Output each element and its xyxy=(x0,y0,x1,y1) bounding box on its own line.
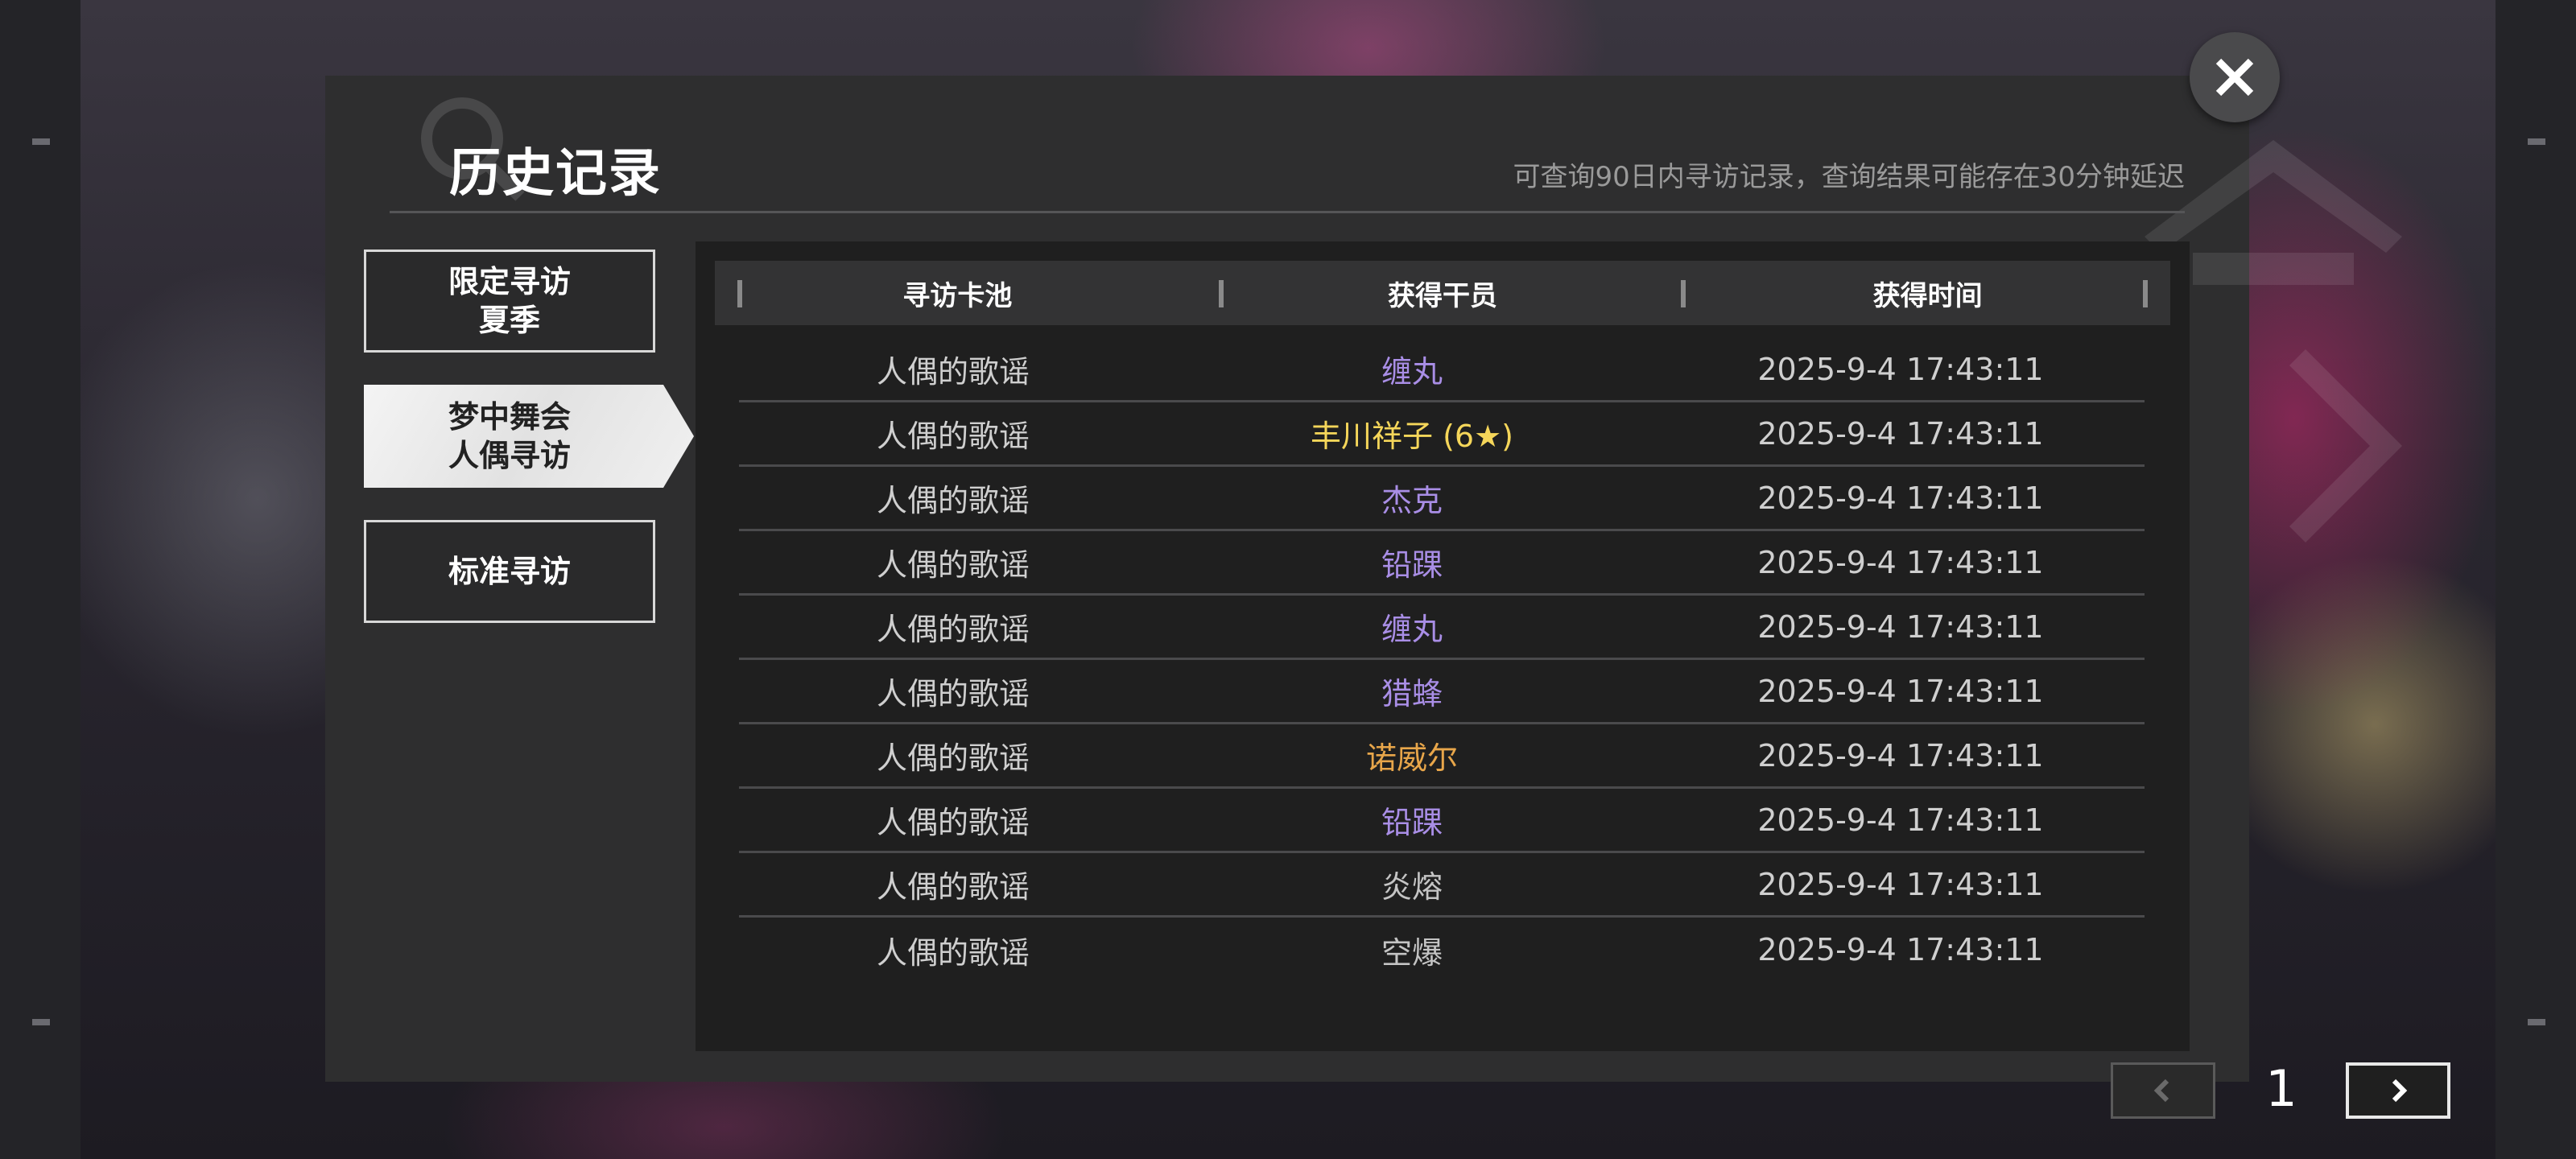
table-body: 人偶的歌谣 缠丸 2025-9-4 17:43:11 人偶的歌谣 丰川祥子 (6★) 20… xyxy=(739,338,2145,982)
cell-time: 2025-9-4 17:43:11 xyxy=(1757,608,2044,645)
tab-limited-summer[interactable]: 限定寻访 夏季 xyxy=(364,250,655,353)
frame-notch xyxy=(32,1019,50,1025)
table-row: 人偶的歌谣 缠丸 2025-9-4 17:43:11 xyxy=(739,338,2145,402)
cell-operator: 缠丸 xyxy=(1381,612,1443,647)
cell-pool: 人偶的歌谣 xyxy=(876,740,1030,776)
tab-label-line1: 梦中舞会 xyxy=(448,399,571,435)
cell-operator: 缠丸 xyxy=(1381,354,1443,390)
cell-pool: 人偶的歌谣 xyxy=(876,419,1030,454)
frame-notch xyxy=(2528,138,2545,145)
close-button[interactable] xyxy=(2190,32,2280,122)
history-table: 寻访卡池 获得干员 获得时间 人偶的歌谣 缠丸 2025-9-4 17:43:11 人… xyxy=(696,241,2190,1051)
cell-pool: 人偶的歌谣 xyxy=(876,483,1030,518)
table-row: 人偶的歌谣 铅踝 2025-9-4 17:43:11 xyxy=(739,531,2145,596)
cell-time: 2025-9-4 17:43:11 xyxy=(1757,866,2044,902)
table-row: 人偶的歌谣 铅踝 2025-9-4 17:43:11 xyxy=(739,789,2145,853)
tab-label-line1: 限定寻访 xyxy=(448,264,571,299)
dialog-subtitle: 可查询90日内寻访记录，查询结果可能存在30分钟延迟 xyxy=(1513,161,2185,193)
page-number: 1 xyxy=(2265,1059,2297,1118)
cell-time: 2025-9-4 17:43:11 xyxy=(1757,802,2044,838)
table-header: 寻访卡池 获得干员 获得时间 xyxy=(715,261,2170,325)
cell-time: 2025-9-4 17:43:11 xyxy=(1757,932,2044,967)
frame-notch xyxy=(32,138,50,145)
cell-pool: 人偶的歌谣 xyxy=(876,547,1030,583)
chevron-right-icon xyxy=(2392,1079,2408,1103)
title-divider xyxy=(390,211,2185,213)
cell-time: 2025-9-4 17:43:11 xyxy=(1757,737,2044,773)
chevron-left-icon xyxy=(2153,1079,2169,1103)
table-row: 人偶的歌谣 空爆 2025-9-4 17:43:11 xyxy=(739,918,2145,982)
prev-page-button[interactable] xyxy=(2111,1062,2215,1119)
cell-pool: 人偶的歌谣 xyxy=(876,676,1030,711)
frame-notch xyxy=(2528,1019,2545,1025)
cell-pool: 人偶的歌谣 xyxy=(876,805,1030,840)
cell-pool: 人偶的歌谣 xyxy=(876,869,1030,905)
header-operator: 获得干员 xyxy=(1388,279,1497,312)
table-row: 人偶的歌谣 猎蜂 2025-9-4 17:43:11 xyxy=(739,660,2145,724)
table-row: 人偶的歌谣 炎熔 2025-9-4 17:43:11 xyxy=(739,853,2145,918)
header-time: 获得时间 xyxy=(1872,279,1983,312)
cell-operator: 炎熔 xyxy=(1381,869,1443,905)
dialog-title: 历史记录 xyxy=(449,144,662,204)
right-frame-bar xyxy=(2496,0,2576,1159)
cell-pool: 人偶的歌谣 xyxy=(876,934,1030,971)
cell-time: 2025-9-4 17:43:11 xyxy=(1757,480,2044,516)
table-row: 人偶的歌谣 杰克 2025-9-4 17:43:11 xyxy=(739,467,2145,531)
cell-operator: 杰克 xyxy=(1381,483,1443,518)
cell-time: 2025-9-4 17:43:11 xyxy=(1757,673,2044,709)
tab-dream-ball[interactable]: 梦中舞会 人偶寻访 xyxy=(364,385,694,488)
cell-operator: 丰川祥子 (6★) xyxy=(1311,419,1513,454)
tab-standard[interactable]: 标准寻访 xyxy=(364,520,655,623)
table-row: 人偶的歌谣 缠丸 2025-9-4 17:43:11 xyxy=(739,596,2145,660)
table-row: 人偶的歌谣 诺威尔 2025-9-4 17:43:11 xyxy=(739,724,2145,789)
header-pool: 寻访卡池 xyxy=(902,279,1013,312)
table-row: 人偶的歌谣 丰川祥子 (6★) 2025-9-4 17:43:11 xyxy=(739,402,2145,467)
cell-operator: 铅踝 xyxy=(1381,547,1443,583)
cell-operator: 铅踝 xyxy=(1381,805,1443,840)
cell-time: 2025-9-4 17:43:11 xyxy=(1757,415,2044,452)
tab-label-line1: 标准寻访 xyxy=(448,554,571,589)
history-dialog: 历史记录 可查询90日内寻访记录，查询结果可能存在30分钟延迟 限定寻访 夏季 … xyxy=(325,76,2450,1119)
cell-operator: 猎蜂 xyxy=(1381,676,1443,711)
close-icon xyxy=(2215,58,2254,97)
cell-time: 2025-9-4 17:43:11 xyxy=(1757,351,2044,387)
cell-operator: 诺威尔 xyxy=(1365,740,1458,776)
cell-pool: 人偶的歌谣 xyxy=(876,354,1030,390)
cell-pool: 人偶的歌谣 xyxy=(876,612,1030,647)
next-page-button[interactable] xyxy=(2346,1062,2450,1119)
tab-label-line2: 夏季 xyxy=(478,303,540,338)
cell-operator: 空爆 xyxy=(1381,934,1443,971)
tab-label-line2: 人偶寻访 xyxy=(448,438,571,473)
cell-time: 2025-9-4 17:43:11 xyxy=(1757,544,2044,580)
left-frame-bar xyxy=(0,0,80,1159)
